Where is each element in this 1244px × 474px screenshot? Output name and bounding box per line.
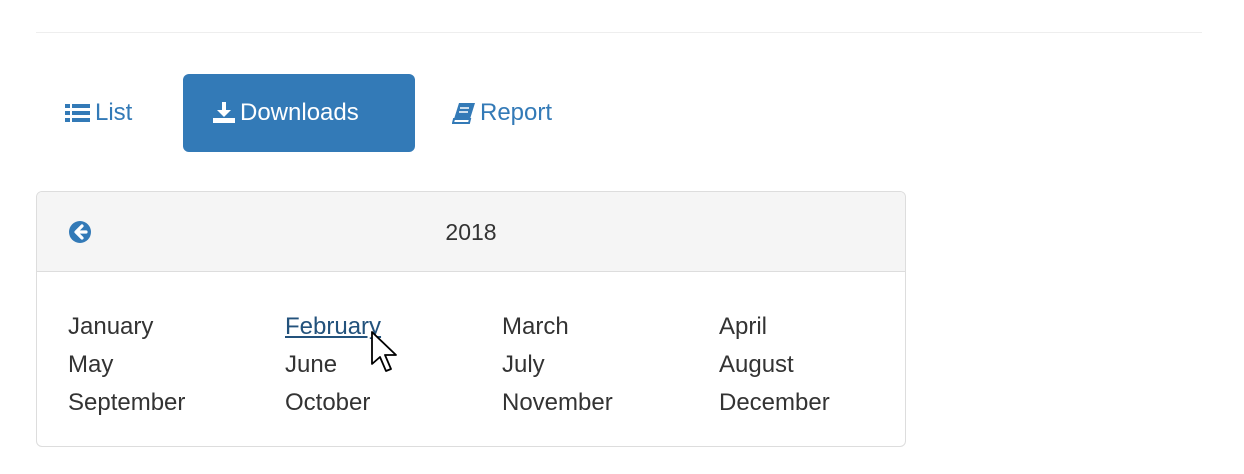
tab-report-label: Report [480,99,553,126]
month-december[interactable]: December [719,384,869,422]
month-january[interactable]: January [68,308,285,346]
circle-arrow-left-icon[interactable] [68,220,92,244]
tab-report[interactable]: Report [423,74,581,152]
month-august[interactable]: August [719,346,869,384]
page: List Downloads Report 2018 January Febru… [0,0,1244,474]
month-july[interactable]: July [502,346,719,384]
month-october[interactable]: October [285,384,502,422]
tab-downloads[interactable]: Downloads [183,74,415,152]
month-picker-panel: 2018 January February March April May Ju… [36,191,906,447]
tab-list[interactable]: List [36,74,175,152]
month-september[interactable]: September [68,384,285,422]
month-november[interactable]: November [502,384,719,422]
top-divider [36,32,1202,33]
panel-heading: 2018 [37,192,905,272]
tab-list-label: List [95,99,133,126]
list-icon [65,103,91,123]
month-may[interactable]: May [68,346,285,384]
month-grid: January February March April May June Ju… [68,308,869,422]
month-february[interactable]: February [285,308,502,346]
month-april[interactable]: April [719,308,869,346]
year-title: 2018 [445,219,497,245]
tab-downloads-label: Downloads [240,99,359,126]
month-march[interactable]: March [502,308,719,346]
month-june[interactable]: June [285,346,502,384]
download-icon [212,102,236,124]
book-icon [452,102,476,124]
nav-pills: List Downloads Report [36,74,585,152]
